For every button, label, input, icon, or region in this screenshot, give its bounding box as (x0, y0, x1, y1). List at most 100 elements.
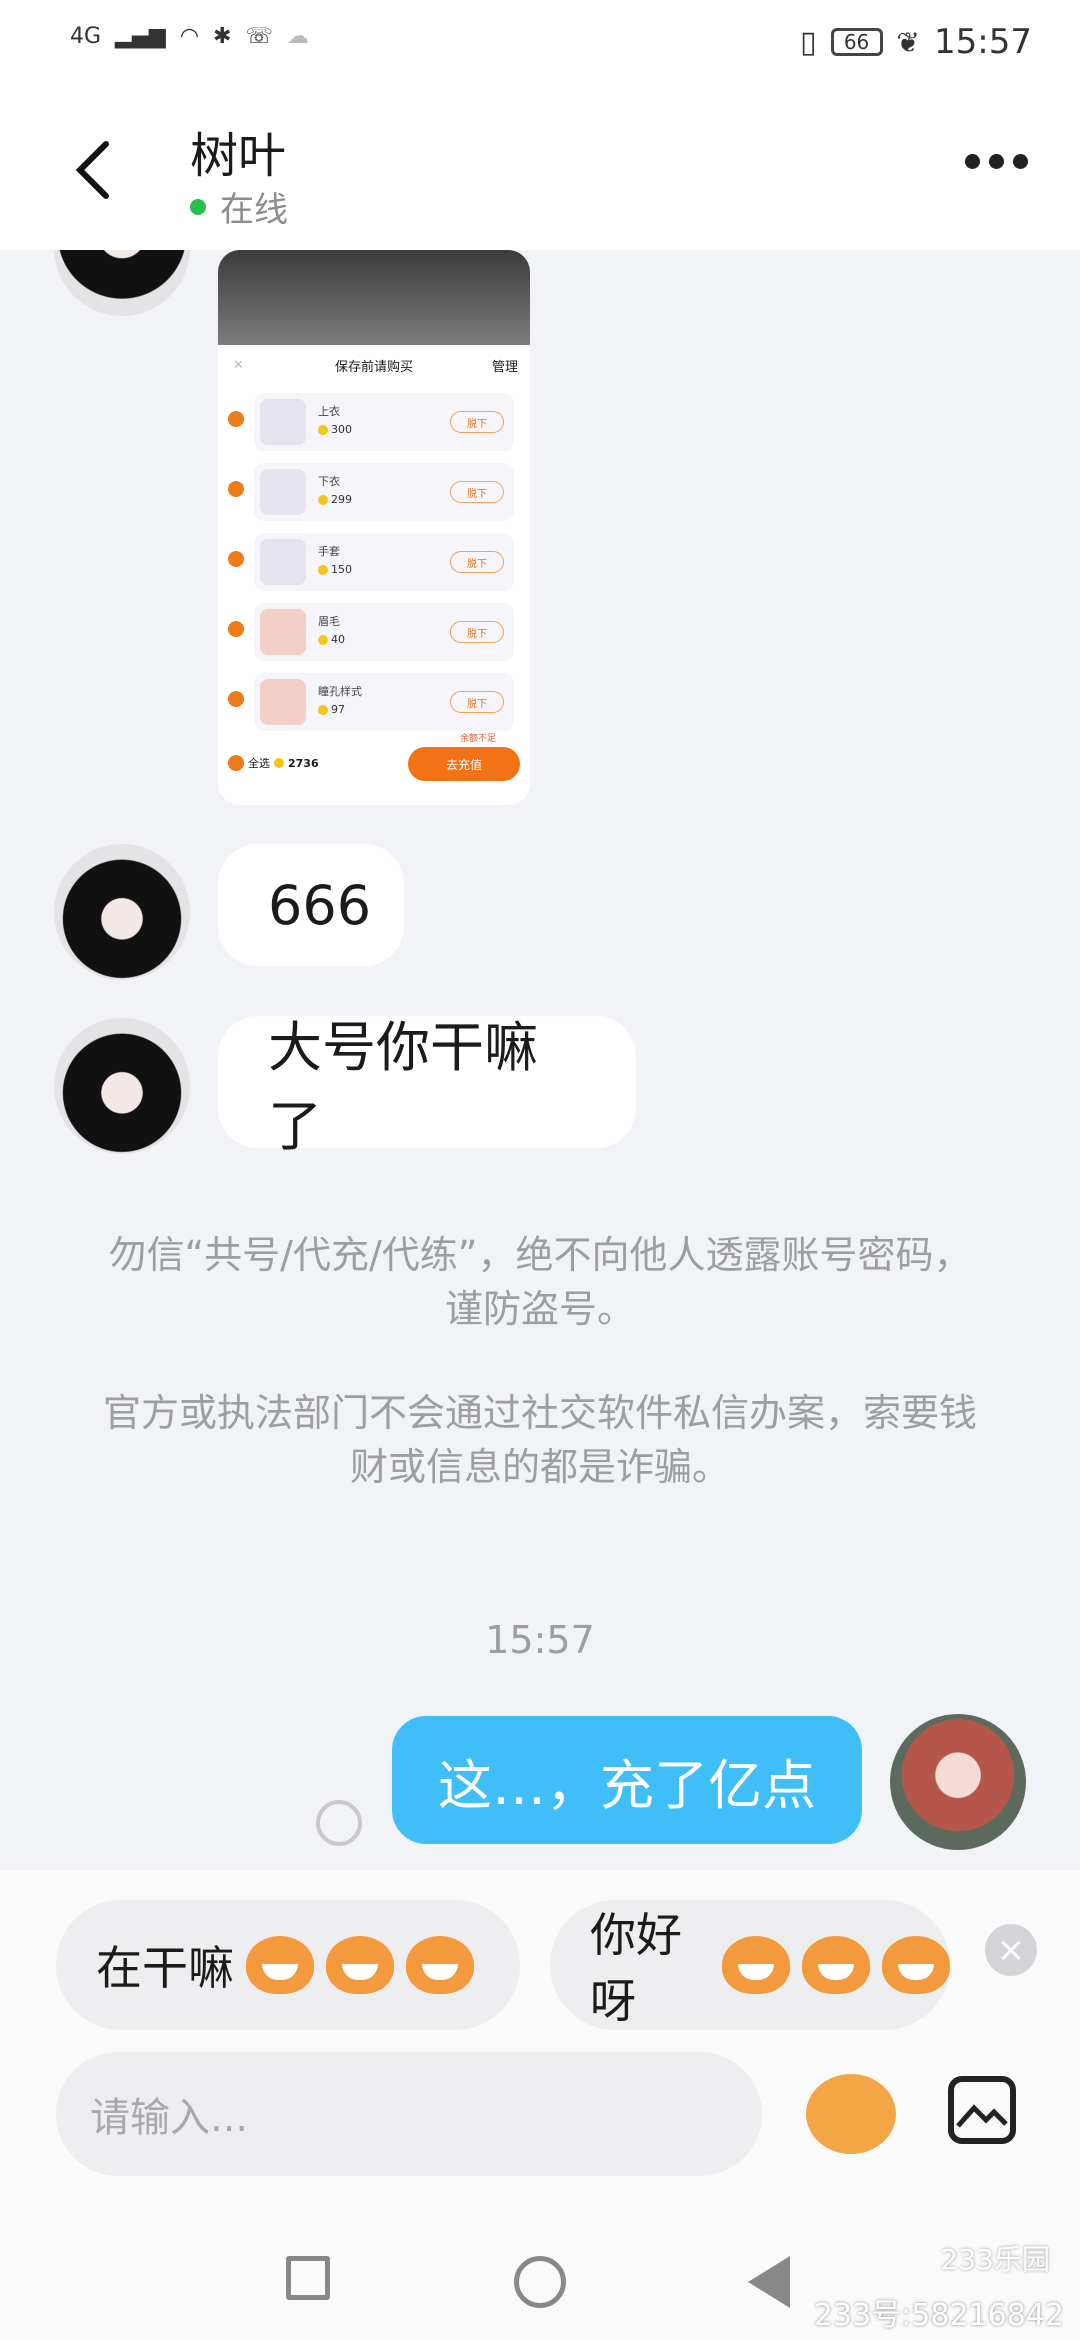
status-bar: 4G ▂▄▆ ◠ ✱ ☏ ☁ ▯ 66 ❦ 15:57 (0, 0, 1080, 90)
online-status: 在线 (190, 182, 288, 231)
message-timestamp: 15:57 (485, 1618, 595, 1662)
clock: 15:57 (934, 22, 1032, 62)
balance-note: 余额不足 (459, 734, 496, 744)
item-thumbnail (260, 609, 306, 655)
emoji-icon (802, 1936, 870, 1994)
manage-label: 管理 (491, 359, 518, 375)
vibrate-icon: ▯ (800, 24, 817, 60)
emoji-icon (882, 1936, 950, 1994)
list-item: 眉毛 40 脱下 (218, 595, 530, 665)
emoji-button[interactable] (806, 2074, 896, 2154)
price-value: 150 (331, 563, 352, 576)
battery-icon: 66 (830, 28, 883, 56)
item-price: 300 (318, 423, 352, 436)
recent-apps-button[interactable] (286, 2256, 330, 2300)
panel-footer: 全选 2736 余额不足 去充值 (228, 733, 520, 793)
item-price: 299 (318, 493, 352, 506)
panel-title: 保存前请购买 (334, 359, 413, 375)
remove-button: 脱下 (450, 691, 504, 713)
item-thumbnail (260, 469, 306, 515)
sent-message-bubble[interactable]: 这…，充了亿点 (392, 1716, 862, 1844)
remove-button: 脱下 (450, 551, 504, 573)
price-value: 299 (331, 493, 352, 506)
network-label: 4G (70, 24, 102, 49)
message-text: 这…，充了亿点 (438, 1753, 816, 1817)
dot-icon (989, 154, 1004, 169)
quick-reply-text: 在干嘛 (96, 1941, 234, 1995)
cloud-icon: ☁ (286, 24, 309, 49)
list-item: 上衣 300 脱下 (218, 385, 530, 455)
online-dot-icon (190, 198, 206, 215)
item-thumbnail (260, 539, 306, 585)
recharge-button: 去充值 (408, 747, 520, 781)
emoji-icon (722, 1936, 790, 1994)
image-icon (956, 2104, 1008, 2128)
status-left: 4G ▂▄▆ ◠ ✱ ☏ ☁ (70, 24, 309, 49)
coin-icon (318, 634, 328, 645)
emoji-icon (326, 1936, 394, 1994)
home-button[interactable] (514, 2256, 566, 2308)
dot-icon (1013, 154, 1028, 169)
message-text: 大号你干嘛了 (268, 1016, 538, 1158)
message-bubble[interactable]: 666 (218, 844, 404, 966)
list-item: 下衣 299 脱下 (218, 455, 530, 525)
remove-button: 脱下 (450, 481, 504, 503)
self-avatar[interactable] (890, 1714, 1026, 1850)
price-value: 97 (331, 703, 345, 716)
back-button[interactable] (70, 140, 120, 200)
message-input[interactable]: 请输入... (56, 2052, 762, 2176)
coin-icon (318, 704, 328, 715)
item-thumbnail (260, 399, 306, 445)
signal-icon: ▂▄▆ (115, 24, 166, 49)
list-item: 瞳孔样式 97 脱下 (218, 665, 530, 735)
image-picker-button[interactable] (948, 2076, 1016, 2144)
image-message[interactable]: ✕ 保存前请购买 管理 上衣 300 脱下 下衣 299 脱下 手套 150 脱下 眉毛 40… (218, 250, 530, 805)
missed-call-icon: ☏ (245, 24, 273, 49)
check-icon (228, 551, 244, 567)
coin-icon (318, 494, 328, 505)
price-value: 40 (331, 633, 345, 646)
close-icon: ✕ (233, 357, 244, 373)
item-thumbnail (260, 679, 306, 725)
item-price: 97 (318, 703, 345, 716)
item-price: 40 (318, 633, 345, 646)
quick-reply-text: 你好呀 (590, 1908, 682, 2028)
panel-header: ✕ 保存前请购买 管理 (218, 345, 530, 385)
status-right: ▯ 66 ❦ 15:57 (800, 22, 1032, 62)
item-name: 下衣 (318, 475, 340, 488)
close-quick-replies-button[interactable]: × (985, 1924, 1037, 1976)
select-all-label: 全选 (248, 757, 270, 770)
item-name: 瞳孔样式 (318, 685, 362, 698)
check-icon (228, 411, 244, 427)
remove-button: 脱下 (450, 411, 504, 433)
purchase-panel: ✕ 保存前请购买 管理 上衣 300 脱下 下衣 299 脱下 手套 150 脱下 眉毛 40… (218, 345, 530, 805)
quick-reply-chip[interactable]: 在干嘛 (56, 1900, 520, 2030)
remove-button: 脱下 (450, 621, 504, 643)
item-price: 150 (318, 563, 352, 576)
bluetooth-icon: ✱ (213, 24, 232, 49)
emoji-icon (246, 1936, 314, 1994)
more-options-button[interactable] (965, 154, 1028, 169)
safety-notice: 勿信“共号/代充/代练”，绝不向他人透露账号密码，谨防盗号。 (108, 1233, 972, 1331)
message-bubble[interactable]: 大号你干嘛了 (218, 1016, 636, 1158)
avatar[interactable] (54, 844, 190, 980)
avatar[interactable] (54, 1018, 190, 1154)
check-icon (228, 755, 244, 771)
quick-reply-chip[interactable]: 你好呀 (550, 1900, 950, 2030)
watermark-logo: 233乐园 (940, 2243, 1050, 2276)
leaf-icon: ❦ (896, 25, 921, 59)
check-icon (228, 691, 244, 707)
list-item: 手套 150 脱下 (218, 525, 530, 595)
wifi-icon: ◠ (179, 24, 200, 49)
image-photo (218, 250, 530, 345)
coin-icon (274, 758, 284, 768)
contact-name[interactable]: 树叶 (190, 116, 286, 186)
coin-icon (318, 564, 328, 575)
message-text: 666 (268, 873, 372, 937)
back-nav-button[interactable] (748, 2256, 790, 2308)
total-value: 2736 (288, 756, 319, 770)
emoji-icon (406, 1936, 474, 1994)
safety-notice: 官方或执法部门不会通过社交软件私信办案，索要钱财或信息的都是诈骗。 (102, 1391, 977, 1489)
item-name: 上衣 (318, 405, 340, 418)
sending-indicator-icon (316, 1800, 362, 1846)
